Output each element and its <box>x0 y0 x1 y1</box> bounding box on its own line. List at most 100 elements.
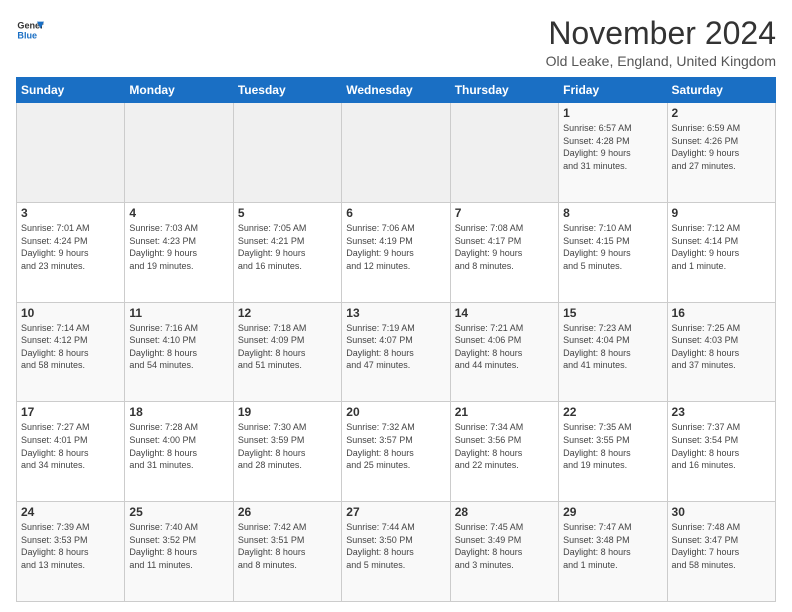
table-row: 2Sunrise: 6:59 AM Sunset: 4:26 PM Daylig… <box>667 103 775 203</box>
day-info: Sunrise: 7:48 AM Sunset: 3:47 PM Dayligh… <box>672 521 771 571</box>
table-row: 18 Sunrise: 7:28 AM Sunset: 4:00 PM Dayli… <box>125 402 233 502</box>
day-info: Sunrise: 7:39 AM Sunset: 3:53 PM Dayligh… <box>21 521 120 571</box>
day-number: 3 <box>21 206 120 220</box>
table-row: 10 Sunrise: 7:14 AM Sunset: 4:12 PM Dayli… <box>17 302 125 402</box>
table-row: 30 Sunrise: 7:48 AM Sunset: 3:47 PM Dayli… <box>667 502 775 602</box>
day-info: Sunrise: 7:18 AM Sunset: 4:09 PM Dayligh… <box>238 322 337 372</box>
table-row: 25 Sunrise: 7:40 AM Sunset: 3:52 PM Dayli… <box>125 502 233 602</box>
calendar: Sunday Monday Tuesday Wednesday Thursday… <box>16 77 776 602</box>
table-row: 1Sunrise: 6:57 AM Sunset: 4:28 PM Daylig… <box>559 103 667 203</box>
day-info: Sunrise: 7:40 AM Sunset: 3:52 PM Dayligh… <box>129 521 228 571</box>
day-info: Sunrise: 7:08 AM Sunset: 4:17 PM Dayligh… <box>455 222 554 272</box>
calendar-week-4: 24 Sunrise: 7:39 AM Sunset: 3:53 PM Dayli… <box>17 502 776 602</box>
header-sunday: Sunday <box>17 78 125 103</box>
header-monday: Monday <box>125 78 233 103</box>
day-number: 2 <box>672 106 771 120</box>
day-info: Sunrise: 7:30 AM Sunset: 3:59 PM Dayligh… <box>238 421 337 471</box>
table-row: 29 Sunrise: 7:47 AM Sunset: 3:48 PM Dayli… <box>559 502 667 602</box>
day-info: Sunrise: 7:19 AM Sunset: 4:07 PM Dayligh… <box>346 322 445 372</box>
table-row: 5 Sunrise: 7:05 AM Sunset: 4:21 PM Daylig… <box>233 202 341 302</box>
calendar-week-2: 10 Sunrise: 7:14 AM Sunset: 4:12 PM Dayli… <box>17 302 776 402</box>
table-row <box>17 103 125 203</box>
day-number: 21 <box>455 405 554 419</box>
table-row: 19 Sunrise: 7:30 AM Sunset: 3:59 PM Dayli… <box>233 402 341 502</box>
day-info: Sunrise: 7:37 AM Sunset: 3:54 PM Dayligh… <box>672 421 771 471</box>
day-number: 24 <box>21 505 120 519</box>
day-info: Sunrise: 7:05 AM Sunset: 4:21 PM Dayligh… <box>238 222 337 272</box>
day-info: Sunrise: 7:10 AM Sunset: 4:15 PM Dayligh… <box>563 222 662 272</box>
day-info: Sunrise: 7:14 AM Sunset: 4:12 PM Dayligh… <box>21 322 120 372</box>
logo: General Blue General Blue <box>16 16 44 44</box>
day-number: 1 <box>563 106 662 120</box>
day-info: Sunrise: 7:27 AM Sunset: 4:01 PM Dayligh… <box>21 421 120 471</box>
table-row <box>125 103 233 203</box>
table-row: 16 Sunrise: 7:25 AM Sunset: 4:03 PM Dayli… <box>667 302 775 402</box>
day-info: Sunrise: 7:44 AM Sunset: 3:50 PM Dayligh… <box>346 521 445 571</box>
table-row: 20Sunrise: 7:32 AM Sunset: 3:57 PM Dayli… <box>342 402 450 502</box>
day-info: Sunrise: 7:06 AM Sunset: 4:19 PM Dayligh… <box>346 222 445 272</box>
calendar-header-row: Sunday Monday Tuesday Wednesday Thursday… <box>17 78 776 103</box>
day-info: Sunrise: 7:32 AM Sunset: 3:57 PM Dayligh… <box>346 421 445 471</box>
day-number: 22 <box>563 405 662 419</box>
header-saturday: Saturday <box>667 78 775 103</box>
day-info: Sunrise: 7:35 AM Sunset: 3:55 PM Dayligh… <box>563 421 662 471</box>
day-number: 9 <box>672 206 771 220</box>
table-row <box>342 103 450 203</box>
day-info: Sunrise: 7:45 AM Sunset: 3:49 PM Dayligh… <box>455 521 554 571</box>
day-number: 27 <box>346 505 445 519</box>
day-number: 19 <box>238 405 337 419</box>
day-info: Sunrise: 7:01 AM Sunset: 4:24 PM Dayligh… <box>21 222 120 272</box>
day-number: 16 <box>672 306 771 320</box>
header-tuesday: Tuesday <box>233 78 341 103</box>
table-row: 8 Sunrise: 7:10 AM Sunset: 4:15 PM Daylig… <box>559 202 667 302</box>
header-friday: Friday <box>559 78 667 103</box>
title-block: November 2024 Old Leake, England, United… <box>546 16 776 69</box>
table-row <box>233 103 341 203</box>
page: General Blue General Blue November 2024 … <box>0 0 792 612</box>
day-info: Sunrise: 7:25 AM Sunset: 4:03 PM Dayligh… <box>672 322 771 372</box>
month-title: November 2024 <box>546 16 776 51</box>
day-info: Sunrise: 7:12 AM Sunset: 4:14 PM Dayligh… <box>672 222 771 272</box>
day-number: 5 <box>238 206 337 220</box>
day-info: Sunrise: 7:42 AM Sunset: 3:51 PM Dayligh… <box>238 521 337 571</box>
day-info: Sunrise: 7:28 AM Sunset: 4:00 PM Dayligh… <box>129 421 228 471</box>
table-row: 4 Sunrise: 7:03 AM Sunset: 4:23 PM Daylig… <box>125 202 233 302</box>
day-number: 13 <box>346 306 445 320</box>
day-number: 7 <box>455 206 554 220</box>
day-number: 18 <box>129 405 228 419</box>
day-number: 8 <box>563 206 662 220</box>
table-row: 11Sunrise: 7:16 AM Sunset: 4:10 PM Dayli… <box>125 302 233 402</box>
table-row: 17Sunrise: 7:27 AM Sunset: 4:01 PM Dayli… <box>17 402 125 502</box>
day-info: Sunrise: 7:21 AM Sunset: 4:06 PM Dayligh… <box>455 322 554 372</box>
day-number: 6 <box>346 206 445 220</box>
day-number: 28 <box>455 505 554 519</box>
table-row: 28 Sunrise: 7:45 AM Sunset: 3:49 PM Dayli… <box>450 502 558 602</box>
day-number: 29 <box>563 505 662 519</box>
table-row: 14 Sunrise: 7:21 AM Sunset: 4:06 PM Dayli… <box>450 302 558 402</box>
calendar-week-1: 3 Sunrise: 7:01 AM Sunset: 4:24 PM Daylig… <box>17 202 776 302</box>
table-row: 24 Sunrise: 7:39 AM Sunset: 3:53 PM Dayli… <box>17 502 125 602</box>
table-row <box>450 103 558 203</box>
header: General Blue General Blue November 2024 … <box>16 16 776 69</box>
day-number: 15 <box>563 306 662 320</box>
day-number: 25 <box>129 505 228 519</box>
table-row: 22 Sunrise: 7:35 AM Sunset: 3:55 PM Dayli… <box>559 402 667 502</box>
header-wednesday: Wednesday <box>342 78 450 103</box>
day-number: 10 <box>21 306 120 320</box>
table-row: 13 Sunrise: 7:19 AM Sunset: 4:07 PM Dayli… <box>342 302 450 402</box>
day-number: 14 <box>455 306 554 320</box>
day-info: Sunrise: 7:34 AM Sunset: 3:56 PM Dayligh… <box>455 421 554 471</box>
day-info: Sunrise: 7:47 AM Sunset: 3:48 PM Dayligh… <box>563 521 662 571</box>
day-info: Sunrise: 7:03 AM Sunset: 4:23 PM Dayligh… <box>129 222 228 272</box>
day-number: 4 <box>129 206 228 220</box>
table-row: 9 Sunrise: 7:12 AM Sunset: 4:14 PM Daylig… <box>667 202 775 302</box>
location: Old Leake, England, United Kingdom <box>546 53 776 69</box>
day-info: Sunrise: 7:16 AM Sunset: 4:10 PM Dayligh… <box>129 322 228 372</box>
day-number: 23 <box>672 405 771 419</box>
day-number: 30 <box>672 505 771 519</box>
table-row: 3 Sunrise: 7:01 AM Sunset: 4:24 PM Daylig… <box>17 202 125 302</box>
table-row: 15 Sunrise: 7:23 AM Sunset: 4:04 PM Dayli… <box>559 302 667 402</box>
day-info: Sunrise: 7:23 AM Sunset: 4:04 PM Dayligh… <box>563 322 662 372</box>
table-row: 6 Sunrise: 7:06 AM Sunset: 4:19 PM Daylig… <box>342 202 450 302</box>
table-row: 7 Sunrise: 7:08 AM Sunset: 4:17 PM Daylig… <box>450 202 558 302</box>
